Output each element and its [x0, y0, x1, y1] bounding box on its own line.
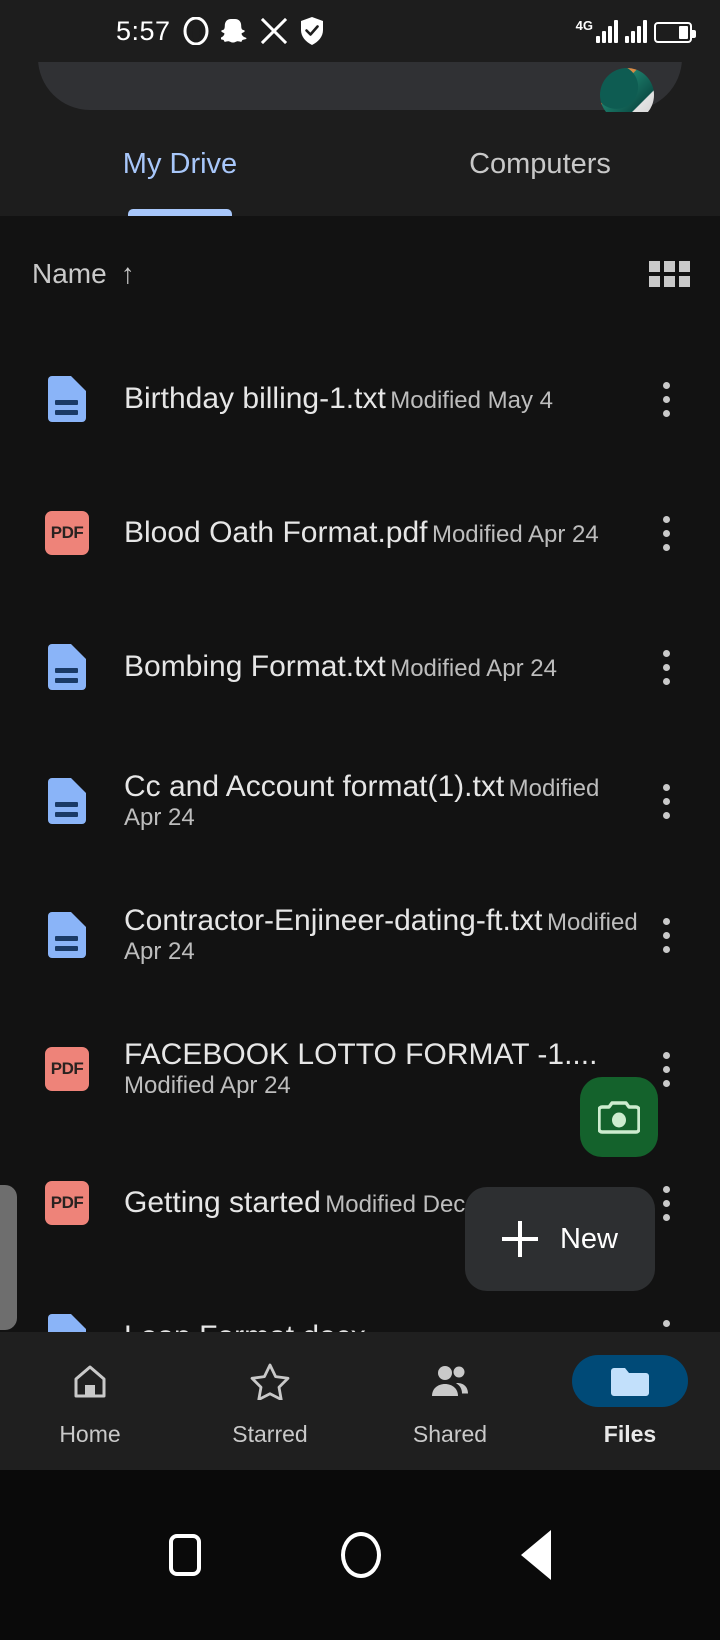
file-meta: Contractor-Enjineer-dating-ft.txt Modifi…	[124, 904, 638, 966]
status-bar-left: 5:57	[116, 16, 325, 47]
pdf-badge: PDF	[45, 1181, 89, 1225]
table-row[interactable]: Cc and Account format(1).txt Modified Ap…	[0, 734, 720, 868]
grid-view-icon[interactable]	[649, 261, 690, 287]
nav-item-home[interactable]: Home	[0, 1332, 180, 1470]
pdf-file-icon: PDF	[36, 1181, 98, 1225]
signal-bars-sim1	[596, 19, 618, 43]
file-meta: Blood Oath Format.pdf Modified Apr 24	[124, 516, 638, 550]
nav-item-shared[interactable]: Shared	[360, 1332, 540, 1470]
tab-computers[interactable]: Computers	[360, 112, 720, 216]
nav-label-shared: Shared	[412, 1420, 488, 1447]
row-overflow-menu-icon[interactable]	[638, 632, 694, 702]
tab-my-drive-label: My Drive	[122, 147, 238, 180]
file-name: Getting started	[124, 1186, 321, 1220]
network-type-label: 4G	[575, 18, 593, 33]
doc-file-icon	[36, 912, 98, 958]
doc-file-icon	[36, 778, 98, 824]
file-modified: Modified Apr 24	[124, 1071, 291, 1099]
table-row[interactable]: Bombing Format.txt Modified Apr 24	[0, 600, 720, 734]
search-bar-container	[0, 62, 720, 112]
people-icon	[392, 1355, 508, 1407]
doc-file-icon	[36, 376, 98, 422]
table-row[interactable]: Birthday billing-1.txt Modified May 4	[0, 332, 720, 466]
row-overflow-menu-icon[interactable]	[638, 766, 694, 836]
shield-icon	[299, 16, 325, 46]
scrollbar[interactable]	[0, 1185, 17, 1330]
table-row[interactable]: PDF Blood Oath Format.pdf Modified Apr 2…	[0, 466, 720, 600]
plus-icon	[501, 1221, 538, 1257]
file-modified: Modified Apr 24	[431, 521, 599, 549]
tab-computers-label: Computers	[469, 147, 611, 180]
file-name: Contractor-Enjineer-dating-ft.txt	[124, 904, 543, 938]
doc-file-icon	[36, 644, 98, 690]
camera-icon	[598, 1101, 640, 1134]
file-name: Birthday billing-1.txt	[124, 382, 386, 416]
file-name: Blood Oath Format.pdf	[124, 516, 428, 550]
x-icon	[260, 18, 287, 44]
file-name: Bombing Format.txt	[124, 650, 386, 684]
file-name: FACEBOOK LOTTO FORMAT -1....	[124, 1038, 598, 1072]
home-icon	[32, 1355, 148, 1407]
new-fab-label: New	[559, 1222, 618, 1255]
avatar[interactable]	[600, 68, 654, 112]
nav-label-home: Home	[59, 1420, 121, 1447]
nav-item-starred[interactable]: Starred	[180, 1332, 360, 1470]
signal-bars-sim2	[625, 19, 647, 43]
sort-ascending-arrow-icon[interactable]: ↑	[121, 260, 135, 288]
opera-icon	[183, 17, 209, 45]
tab-active-indicator	[128, 209, 232, 216]
file-list[interactable]: Birthday billing-1.txt Modified May 4 PD…	[0, 332, 720, 1332]
battery-icon	[654, 22, 696, 43]
file-name: Loan Format.docx	[124, 1320, 366, 1332]
list-header: Name ↑	[0, 216, 720, 332]
pdf-file-icon: PDF	[36, 1047, 98, 1091]
row-overflow-menu-icon[interactable]	[638, 1302, 694, 1332]
file-meta: Birthday billing-1.txt Modified May 4	[124, 382, 638, 416]
file-meta: Cc and Account format(1).txt Modified Ap…	[124, 770, 638, 832]
scan-camera-fab[interactable]	[580, 1077, 658, 1157]
folder-icon	[572, 1354, 688, 1407]
doc-file-icon	[36, 1314, 98, 1332]
nav-label-starred: Starred	[232, 1420, 308, 1447]
file-meta: Bombing Format.txt Modified Apr 24	[124, 650, 638, 684]
file-meta: FACEBOOK LOTTO FORMAT -1.... Modified Ap…	[124, 1038, 638, 1100]
recents-button[interactable]	[169, 1534, 201, 1576]
pdf-file-icon: PDF	[36, 511, 98, 555]
file-modified: Modified Apr 24	[390, 655, 557, 683]
system-navigation-bar	[0, 1470, 720, 1640]
row-overflow-menu-icon[interactable]	[638, 364, 694, 434]
tab-my-drive[interactable]: My Drive	[0, 112, 360, 216]
status-bar-right: 4G	[575, 18, 696, 43]
file-name: Cc and Account format(1).txt	[124, 770, 505, 804]
table-row[interactable]: Contractor-Enjineer-dating-ft.txt Modifi…	[0, 868, 720, 1002]
nav-label-files: Files	[603, 1420, 657, 1447]
drive-app-screen: 5:57 4G My Drive Computers Name ↑ Birthd…	[0, 0, 720, 1640]
new-fab-button[interactable]: New	[465, 1187, 655, 1291]
pdf-badge: PDF	[45, 511, 89, 555]
star-icon	[212, 1355, 328, 1407]
row-overflow-menu-icon[interactable]	[638, 498, 694, 568]
bottom-navigation: Home Starred Shared Files	[0, 1332, 720, 1470]
sort-by-button[interactable]: Name	[32, 258, 107, 290]
status-bar: 5:57 4G	[0, 0, 720, 62]
search-bar[interactable]	[38, 62, 682, 112]
row-overflow-menu-icon[interactable]	[638, 900, 694, 970]
status-clock: 5:57	[116, 15, 171, 46]
home-button[interactable]	[341, 1532, 381, 1578]
file-modified: Modified May 4	[390, 387, 553, 415]
nav-item-files[interactable]: Files	[540, 1332, 720, 1470]
pdf-badge: PDF	[45, 1047, 89, 1091]
file-meta: Loan Format.docx	[124, 1320, 638, 1332]
snapchat-icon	[220, 17, 249, 45]
back-button[interactable]	[521, 1530, 551, 1580]
drive-tabs: My Drive Computers	[0, 112, 720, 216]
